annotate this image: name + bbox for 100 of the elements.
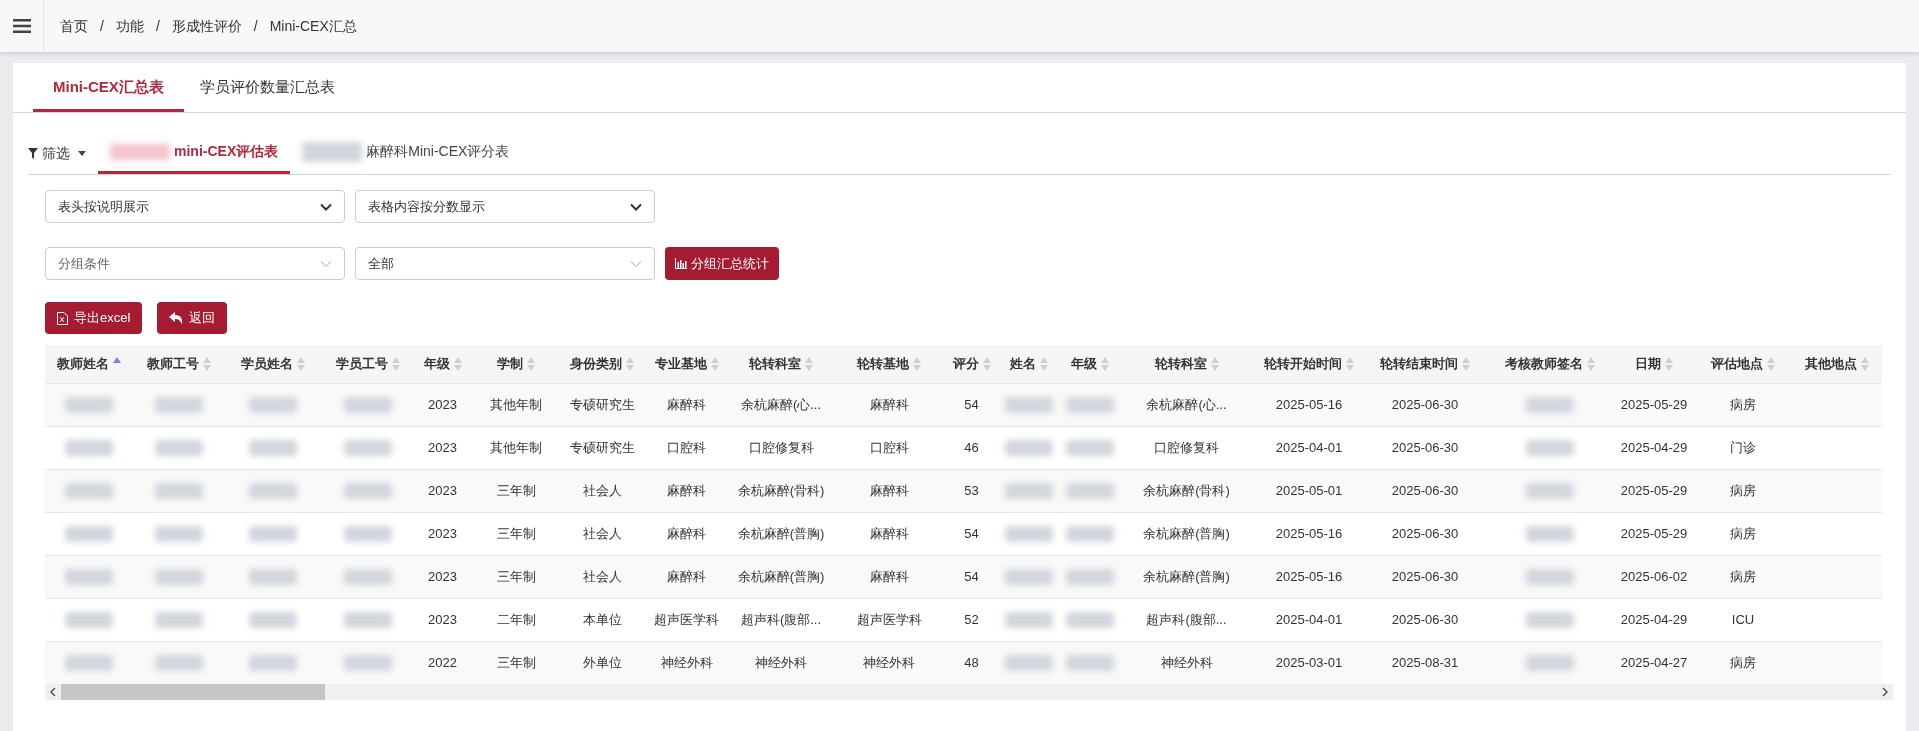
sort-icon[interactable]: [453, 356, 462, 371]
table-cell: 2023: [428, 568, 457, 584]
table-cell: 超声科(腹部...: [740, 611, 822, 627]
horizontal-scrollbar[interactable]: [45, 684, 1893, 700]
scrollbar-thumb[interactable]: [61, 684, 325, 700]
redacted-block: [343, 396, 392, 413]
redacted-block: [1066, 439, 1114, 456]
column-header[interactable]: 轮转结束时间: [1380, 354, 1458, 374]
subtab[interactable]: mini-CEX评估表: [98, 132, 291, 174]
select-field[interactable]: 分组条件: [45, 247, 345, 280]
breadcrumb-item[interactable]: 功能: [115, 15, 144, 37]
redacted-block: [249, 654, 297, 671]
table-cell: 余杭麻醉(心...: [740, 396, 822, 412]
sort-icon[interactable]: [626, 356, 634, 371]
table-cell: 麻醉科: [667, 525, 706, 541]
select-field[interactable]: 全部: [355, 247, 655, 280]
table-cell: 余杭麻醉(普胸): [737, 525, 825, 541]
table-cell: 神经外科: [863, 655, 915, 670]
column-header[interactable]: 轮转科室: [1154, 354, 1207, 374]
column-header[interactable]: 考核教师签名: [1505, 354, 1583, 374]
select-field[interactable]: 表头按说明展示: [45, 190, 345, 223]
column-header[interactable]: 其他地点: [1805, 354, 1857, 374]
redacted-block: [249, 611, 297, 628]
sort-icon[interactable]: [1587, 356, 1595, 371]
table-cell: 超声医学科: [654, 611, 719, 627]
redacted-block: [1004, 439, 1053, 456]
sort-icon[interactable]: [982, 356, 991, 371]
redacted-block: [1066, 568, 1114, 585]
column-header[interactable]: 学员工号: [335, 354, 388, 374]
column-header[interactable]: 学制: [497, 354, 523, 374]
breadcrumb-item[interactable]: 首页: [60, 15, 88, 37]
column-header[interactable]: 轮转基地: [857, 354, 909, 374]
column-header[interactable]: 轮转科室: [749, 354, 801, 374]
column-header[interactable]: 评分: [952, 354, 979, 374]
table-cell: 神经外科: [1160, 655, 1213, 670]
sort-icon[interactable]: [913, 356, 921, 371]
sort-icon[interactable]: [1767, 356, 1775, 371]
tab[interactable]: Mini-CEX汇总表: [33, 63, 184, 112]
table-cell: 2025-04-29: [1620, 611, 1688, 627]
redacted-block: [64, 611, 113, 628]
sort-icon[interactable]: [1346, 356, 1354, 371]
redacted-block: [155, 611, 203, 628]
sort-icon[interactable]: [1665, 356, 1673, 371]
redacted-block: [155, 654, 203, 671]
sort-icon[interactable]: [805, 356, 813, 371]
column-header[interactable]: 学员姓名: [241, 354, 293, 374]
reply-arrow-icon: [169, 312, 184, 324]
sort-icon[interactable]: [1039, 356, 1048, 371]
redacted-block: [155, 482, 203, 499]
column-header[interactable]: 身份类别: [570, 354, 622, 374]
redacted-block: [1526, 568, 1574, 585]
sort-icon[interactable]: [1861, 356, 1869, 371]
sort-icon[interactable]: [203, 356, 211, 371]
table-cell: 麻醉科: [667, 482, 706, 498]
table-cell: 病房: [1730, 396, 1756, 412]
tab[interactable]: 学员评价数量汇总表: [183, 63, 351, 112]
table-cell: 48: [964, 655, 979, 670]
column-header[interactable]: 评估地点: [1711, 354, 1763, 374]
column-header[interactable]: 轮转开始时间: [1264, 354, 1342, 374]
table-cell: 神经外科: [660, 655, 713, 670]
back-button[interactable]: 返回: [157, 302, 228, 334]
column-header[interactable]: 专业基地: [654, 354, 707, 374]
subtab[interactable]: 麻醉科Mini-CEX评分表: [290, 132, 522, 174]
table-cell: 余杭麻醉(骨科): [737, 482, 825, 498]
sort-icon[interactable]: [527, 356, 535, 371]
table-cell: 余杭麻醉(骨科): [1143, 482, 1230, 498]
column-header[interactable]: 教师姓名: [56, 354, 109, 374]
table-cell: 54: [964, 568, 979, 584]
export-button[interactable]: 导出excel: [45, 302, 143, 334]
table-cell: 三年制: [496, 568, 536, 584]
table-cell: 病房: [1730, 525, 1756, 541]
menu-icon[interactable]: [12, 19, 31, 33]
table-cell: 2025-05-29: [1620, 396, 1688, 412]
table-cell: 2025-06-30: [1391, 396, 1459, 412]
sort-icon[interactable]: [1210, 356, 1219, 371]
table-cell: 神经外科: [755, 655, 807, 670]
column-header[interactable]: 姓名: [1009, 354, 1036, 374]
chevron-down-icon: [320, 259, 332, 268]
redacted-block: [1004, 611, 1053, 628]
table-cell: 2025-05-29: [1620, 482, 1688, 498]
select-field[interactable]: 表格内容按分数显示: [355, 190, 655, 223]
sort-icon[interactable]: [710, 356, 719, 371]
filter-dropdown[interactable]: 筛选: [28, 132, 98, 174]
table-cell: 2025-05-01: [1275, 482, 1343, 498]
table-cell: 病房: [1730, 482, 1756, 498]
column-header[interactable]: 年级: [423, 354, 450, 374]
sort-icon[interactable]: [1462, 356, 1470, 371]
group-stats-button[interactable]: 分组汇总统计: [665, 247, 779, 280]
caret-icon: [78, 150, 86, 156]
column-header[interactable]: 日期: [1635, 354, 1661, 374]
sort-icon[interactable]: [297, 356, 305, 371]
redacted-block: [64, 654, 113, 671]
redacted-block: [1066, 611, 1114, 628]
column-header[interactable]: 教师工号: [147, 354, 199, 374]
redacted-block: [1526, 439, 1574, 456]
column-header[interactable]: 年级: [1071, 354, 1097, 374]
sort-icon[interactable]: [391, 356, 400, 371]
breadcrumb-item[interactable]: 形成性评价: [171, 15, 242, 37]
redacted-block: [249, 439, 297, 456]
sort-icon[interactable]: [1101, 356, 1109, 371]
